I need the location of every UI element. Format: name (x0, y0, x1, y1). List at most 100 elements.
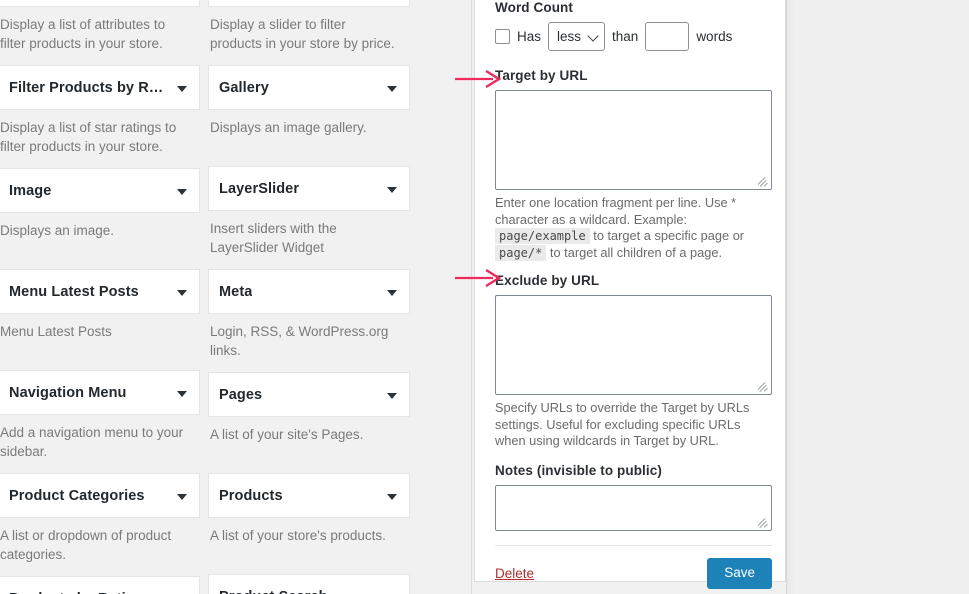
word-count-label: Word Count (495, 0, 772, 15)
resize-handle-icon[interactable] (758, 176, 769, 187)
target-help-end: to target all children of a page. (550, 245, 722, 260)
chevron-down-icon (177, 86, 187, 92)
chevron-down-icon (387, 494, 397, 500)
widget-title: Image (9, 183, 51, 199)
target-by-url-label: Target by URL (495, 68, 772, 83)
widget-description: Insert sliders with the LayerSlider Widg… (208, 211, 410, 269)
chevron-down-icon (177, 290, 187, 296)
widget-title: Pages (219, 387, 262, 403)
notes-field: Notes (invisible to public) (495, 463, 772, 531)
widget-description: Displays an image gallery. (208, 110, 410, 166)
widget-toggle[interactable]: Menu Latest Posts (0, 269, 200, 314)
widget-description: Display a list of star ratings to filter… (0, 110, 200, 168)
widget-description: Display a list of attributes to filter p… (0, 7, 200, 65)
word-count-field: Word Count Has less than words (495, 0, 772, 51)
widget-item: Navigation Menu Add a navigation menu to… (0, 370, 200, 473)
widget-toggle[interactable]: Product Categories (0, 473, 200, 518)
widget-description: A list of your site's Pages. (208, 417, 410, 473)
widget-description: A list or dropdown of product categories… (0, 518, 200, 576)
widget-toggle[interactable] (0, 0, 200, 7)
word-count-has-label: Has (517, 29, 541, 44)
widget-title: Filter Products by Rat... (9, 80, 165, 96)
widget-item: Menu Latest Posts Menu Latest Posts (0, 269, 200, 370)
screen-root: Display a list of attributes to filter p… (0, 0, 969, 594)
notes-textarea[interactable] (496, 486, 771, 530)
chevron-down-icon (387, 187, 397, 193)
notes-textarea-wrap (495, 485, 772, 531)
widget-item: Gallery Displays an image gallery. (208, 65, 410, 166)
widget-title: Product Search (219, 589, 328, 594)
chevron-down-icon (177, 189, 187, 195)
widget-item: Display a slider to filter products in y… (208, 0, 410, 65)
widget-toggle[interactable]: Product Search (208, 574, 410, 594)
widget-item: Pages A list of your site's Pages. (208, 372, 410, 473)
widget-item: Display a list of attributes to filter p… (0, 0, 200, 65)
word-count-words-label: words (696, 29, 732, 44)
target-by-url-field: Target by URL Enter one location fragmen… (495, 68, 772, 261)
widget-item: Product Categories A list or dropdown of… (0, 473, 200, 576)
target-by-url-help: Enter one location fragment per line. Us… (495, 195, 772, 261)
widget-chooser-panel: Display a list of attributes to filter p… (0, 0, 440, 594)
widget-toggle[interactable] (208, 0, 410, 7)
widget-description: A list of your store's products. (208, 518, 410, 574)
word-count-than-label: than (612, 29, 638, 44)
widget-title: Gallery (219, 80, 269, 96)
delete-link[interactable]: Delete (495, 566, 534, 581)
exclude-by-url-textarea[interactable] (496, 296, 771, 394)
widget-item: Meta Login, RSS, & WordPress.org links. (208, 269, 410, 372)
widget-toggle[interactable]: Products by Rating (0, 576, 200, 594)
word-count-number-input[interactable] (645, 22, 689, 51)
word-count-comparison-select[interactable]: less (548, 22, 605, 51)
widget-settings-panel: Word Count Has less than words Target by… (474, 0, 786, 582)
widget-toggle[interactable]: Navigation Menu (0, 370, 200, 415)
widget-title: Products by Rating (9, 591, 144, 594)
widget-toggle[interactable]: Products (208, 473, 410, 518)
widget-title: LayerSlider (219, 181, 299, 197)
widget-toggle[interactable]: Gallery (208, 65, 410, 110)
widget-item: Products A list of your store's products… (208, 473, 410, 574)
widget-description: Menu Latest Posts (0, 314, 200, 370)
widget-title: Menu Latest Posts (9, 284, 139, 300)
word-count-comparison-value: less (557, 29, 581, 44)
widget-toggle[interactable]: Filter Products by Rat... (0, 65, 200, 110)
target-help-line1: Enter one location fragment per line. Us… (495, 195, 736, 227)
panel-left-divider (471, 0, 472, 594)
target-help-code1: page/example (495, 228, 590, 244)
panel-footer: Delete Save (495, 558, 772, 589)
chevron-down-icon (387, 393, 397, 399)
target-by-url-textarea-wrap (495, 90, 772, 190)
chevron-down-icon (177, 494, 187, 500)
exclude-by-url-textarea-wrap (495, 295, 772, 395)
widget-title: Product Categories (9, 488, 145, 504)
target-by-url-textarea[interactable] (496, 91, 771, 189)
chevron-down-icon (387, 86, 397, 92)
widget-toggle[interactable]: Image (0, 168, 200, 213)
chevron-down-icon (387, 290, 397, 296)
target-help-mid: to target a specific page or (593, 228, 744, 243)
exclude-by-url-help: Specify URLs to override the Target by U… (495, 400, 772, 450)
exclude-by-url-field: Exclude by URL Specify URLs to override … (495, 273, 772, 450)
panel-divider (495, 545, 772, 546)
widget-column-left: Display a list of attributes to filter p… (0, 0, 200, 594)
widget-title: Meta (219, 284, 252, 300)
chevron-down-icon (177, 391, 187, 397)
widget-item: Filter Products by Rat... Display a list… (0, 65, 200, 168)
widget-item: LayerSlider Insert sliders with the Laye… (208, 166, 410, 269)
widget-settings-form: Word Count Has less than words Target by… (495, 0, 772, 589)
widget-item: Product Search (208, 574, 410, 594)
word-count-checkbox[interactable] (495, 29, 510, 44)
widget-description: Add a navigation menu to your sidebar. (0, 415, 200, 473)
exclude-by-url-label: Exclude by URL (495, 273, 772, 288)
resize-handle-icon[interactable] (758, 381, 769, 392)
resize-handle-icon[interactable] (758, 517, 769, 528)
widget-column-right: Display a slider to filter products in y… (208, 0, 410, 594)
widget-description: Display a slider to filter products in y… (208, 7, 410, 65)
widget-item: Products by Rating (0, 576, 200, 594)
widget-title: Navigation Menu (9, 385, 127, 401)
save-button[interactable]: Save (707, 558, 772, 589)
target-help-code2: page/* (495, 245, 546, 261)
widget-toggle[interactable]: LayerSlider (208, 166, 410, 211)
widget-toggle[interactable]: Pages (208, 372, 410, 417)
widget-toggle[interactable]: Meta (208, 269, 410, 314)
widget-title: Products (219, 488, 283, 504)
